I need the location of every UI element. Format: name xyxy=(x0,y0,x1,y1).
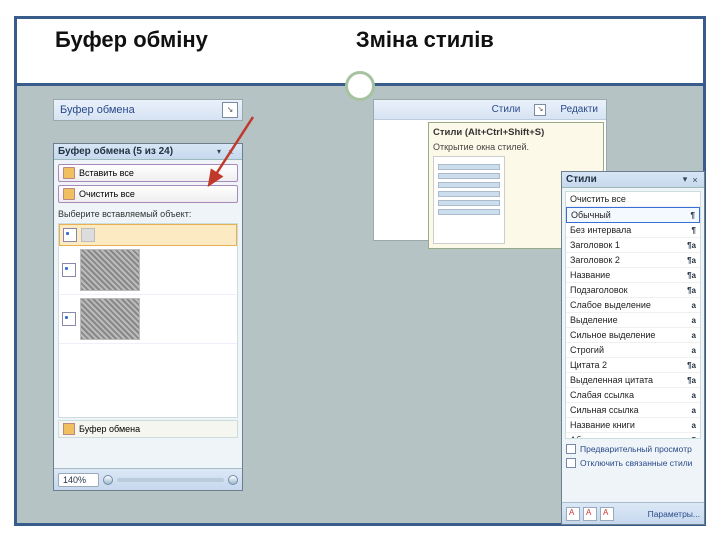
style-row[interactable]: Абзац списка¶ xyxy=(566,433,700,439)
image-thumb xyxy=(80,249,140,291)
dropdown-icon[interactable]: ▾ xyxy=(680,174,690,185)
preview-checkbox[interactable]: Предварительный просмотр xyxy=(562,442,704,456)
divider-circle xyxy=(345,71,375,101)
checkbox-icon xyxy=(566,444,576,454)
styles-pane-title: Стили ▾ × xyxy=(562,172,704,188)
manage-styles-button[interactable] xyxy=(600,507,614,521)
style-row[interactable]: Без интервала¶ xyxy=(566,223,700,238)
parameters-link[interactable]: Параметры... xyxy=(648,509,700,519)
ribbon-styles-label: Стили xyxy=(484,104,529,115)
close-icon[interactable]: × xyxy=(690,175,700,185)
heading-clipboard: Буфер обміну xyxy=(55,27,208,53)
style-row[interactable]: Слабое выделениеa xyxy=(566,298,700,313)
clipboard-pane: Буфер обмена (5 из 24) ▾ × Вставить все … xyxy=(53,143,243,491)
word-icon xyxy=(63,228,77,242)
tooltip-preview xyxy=(433,156,505,244)
style-row[interactable]: Выделениеa xyxy=(566,313,700,328)
headings: Буфер обміну Зміна стилів xyxy=(17,27,703,53)
new-style-button[interactable] xyxy=(566,507,580,521)
styles-list: Очистить все Обычный¶Без интервала¶Загол… xyxy=(565,191,701,439)
style-row[interactable]: Заголовок 1¶a xyxy=(566,238,700,253)
ribbon-styles-bar: Стили ↘ Редакти xyxy=(374,100,606,120)
heading-styles: Зміна стилів xyxy=(356,27,494,53)
styles-footer: Параметры... xyxy=(562,502,704,524)
style-row[interactable]: Обычный¶ xyxy=(566,207,700,223)
style-row[interactable]: Цитата 2¶a xyxy=(566,358,700,373)
style-inspector-button[interactable] xyxy=(583,507,597,521)
word-icon xyxy=(62,263,76,277)
paste-icon xyxy=(63,423,75,435)
zoom-slider[interactable] xyxy=(117,478,224,482)
word-icon xyxy=(62,312,76,326)
style-row[interactable]: Подзаголовок¶a xyxy=(566,283,700,298)
ribbon-edit-label: Редакти xyxy=(552,104,606,115)
style-row[interactable]: Название¶a xyxy=(566,268,700,283)
zoom-dropdown[interactable]: 140% xyxy=(58,473,99,487)
disable-linked-checkbox[interactable]: Отключить связанные стили xyxy=(562,456,704,470)
checkbox-icon xyxy=(566,458,576,468)
tooltip-body: Открытие окна стилей. xyxy=(433,142,599,152)
clear-icon xyxy=(63,188,75,200)
style-row[interactable]: Строгийa xyxy=(566,343,700,358)
style-row[interactable]: Сильная ссылкаa xyxy=(566,403,700,418)
styles-launcher-icon[interactable]: ↘ xyxy=(534,104,546,116)
style-row[interactable]: Слабая ссылкаa xyxy=(566,388,700,403)
thumb-icon xyxy=(81,228,95,242)
style-row[interactable]: Сильное выделениеa xyxy=(566,328,700,343)
zoom-out-button[interactable] xyxy=(103,475,113,485)
styles-title-text: Стили xyxy=(566,174,680,185)
clipboard-item[interactable] xyxy=(59,246,237,295)
paste-icon xyxy=(63,167,75,179)
styles-pane: Стили ▾ × Очистить все Обычный¶Без интер… xyxy=(561,171,705,525)
clipboard-items-list xyxy=(58,223,238,418)
style-row-clear[interactable]: Очистить все xyxy=(566,192,700,207)
clipboard-item[interactable] xyxy=(59,224,237,246)
clipboard-item[interactable] xyxy=(59,295,237,344)
clipboard-footer: 140% xyxy=(54,468,242,490)
style-row[interactable]: Выделенная цитата¶a xyxy=(566,373,700,388)
zoom-in-button[interactable] xyxy=(228,475,238,485)
clipboard-instruction: Выберите вставляемый объект: xyxy=(54,207,242,221)
clipboard-title-text: Буфер обмена (5 из 24) xyxy=(58,146,214,157)
clipboard-options-bar[interactable]: Буфер обмена xyxy=(58,420,238,438)
style-row[interactable]: Заголовок 2¶a xyxy=(566,253,700,268)
arrow-icon xyxy=(203,113,263,193)
image-thumb xyxy=(80,298,140,340)
tooltip-title: Стили (Alt+Ctrl+Shift+S) xyxy=(433,127,599,138)
ribbon-clipboard-label: Буфер обмена xyxy=(54,104,222,116)
slide-frame: Буфер обміну Зміна стилів Буфер обмена ↘… xyxy=(14,16,706,526)
style-row[interactable]: Название книгиa xyxy=(566,418,700,433)
